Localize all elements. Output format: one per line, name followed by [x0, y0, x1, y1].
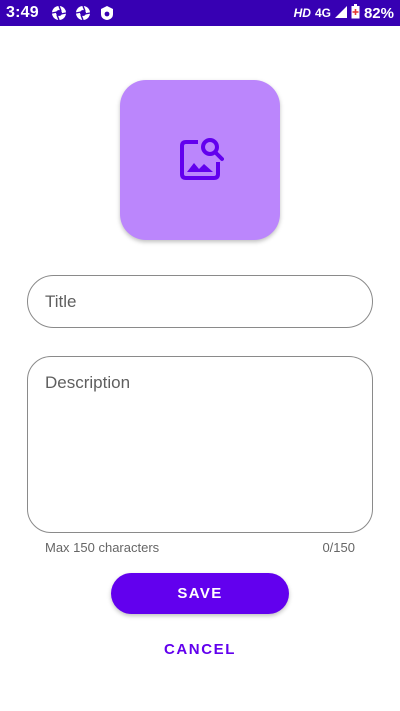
network-type-label: 4G [314, 6, 331, 20]
status-system-icons: HD 4G 82% [294, 4, 394, 22]
status-bar: 3:49 HD 4G 82% [0, 0, 400, 26]
image-picker-button[interactable] [120, 80, 280, 240]
helper-text: Max 150 characters [45, 540, 160, 555]
aperture-icon [51, 5, 67, 21]
char-counter: 0/150 [322, 540, 355, 555]
status-time: 3:49 [6, 4, 39, 21]
title-field[interactable] [27, 275, 373, 328]
save-button[interactable]: SAVE [111, 573, 289, 614]
network-hd-label: HD [293, 6, 311, 20]
signal-icon [334, 5, 347, 21]
image-search-icon [176, 134, 224, 187]
description-input[interactable] [45, 373, 355, 516]
shield-icon [99, 5, 115, 21]
battery-level: 82% [363, 4, 394, 22]
battery-icon [351, 4, 360, 22]
status-notification-icons [51, 5, 115, 21]
description-field[interactable] [27, 356, 373, 533]
description-helper-row: Max 150 characters 0/150 [45, 540, 355, 555]
create-note-screen: 3:49 HD 4G 82% Title Description Max 150… [0, 0, 400, 711]
aperture-icon [75, 5, 91, 21]
cancel-button[interactable]: CANCEL [150, 634, 250, 664]
title-input[interactable] [45, 291, 355, 312]
